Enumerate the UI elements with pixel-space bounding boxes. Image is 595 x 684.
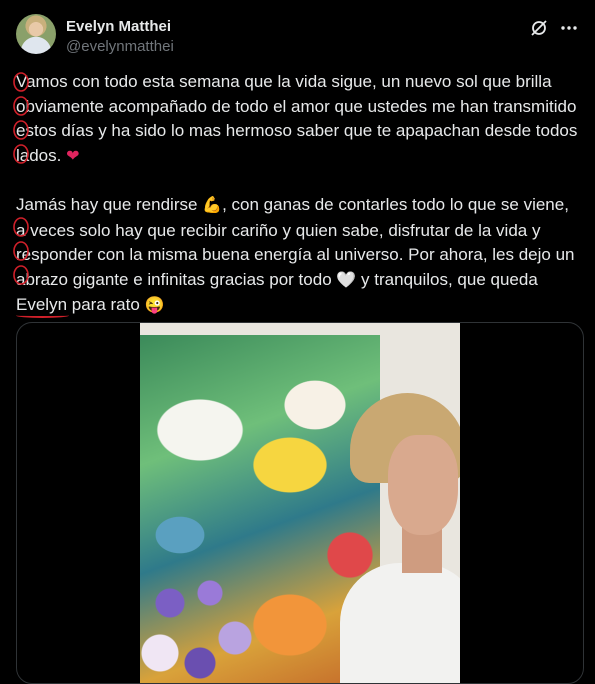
muscle-emoji: 💪 [202,197,223,214]
avatar[interactable] [16,14,56,54]
white-heart-emoji: 🤍 [336,271,357,289]
paragraph-2-text-a: Jamás hay que rendirse [16,195,198,214]
post-header: Evelyn Matthei @evelynmatthei [16,12,583,60]
wink-emoji: 😜 [144,297,165,314]
person-in-video [340,393,460,683]
person-face [388,435,458,535]
more-icon[interactable] [559,18,579,38]
person-shirt [340,563,460,683]
video-frame[interactable] [140,323,460,683]
grok-icon[interactable] [529,18,549,38]
paragraph-1: Vamos con todo esta semana que la vida s… [16,70,581,169]
underlined-name-text: Evelyn [16,295,68,314]
author-handle[interactable]: @evelynmatthei [66,38,174,55]
author-name[interactable]: Evelyn Matthei [66,18,171,35]
flower-bouquet [140,563,270,683]
video-container[interactable] [16,322,584,684]
paragraph-2-text-c: y tranquilos, que queda [361,269,538,289]
red-underline-mark [16,313,70,318]
paragraph-2-text-d: para rato [71,295,140,314]
paragraph-2: Jamás hay que rendirse 💪, con ganas de c… [16,193,581,319]
paragraph-1-text: Vamos con todo esta semana que la vida s… [16,72,578,165]
post-text: Vamos con todo esta semana que la vida s… [16,70,581,319]
red-heart-emoji: ❤ [66,147,80,165]
underlined-name: Evelyn [16,295,70,318]
